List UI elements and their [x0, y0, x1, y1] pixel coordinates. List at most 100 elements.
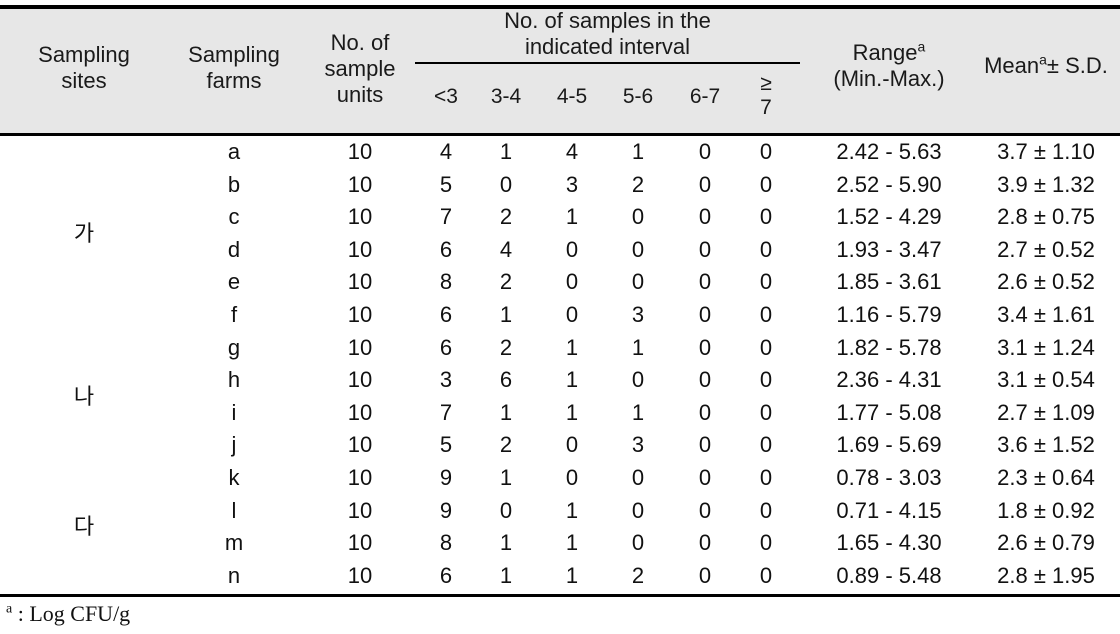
- cell-interval-3: 1: [565, 497, 579, 523]
- cell-range: 2.36 - 4.31: [836, 367, 942, 393]
- cell-interval-2: 4: [499, 236, 513, 262]
- cell-range: 1.85 - 3.61: [836, 269, 942, 295]
- footnote-text: : Log CFU/g: [12, 601, 131, 626]
- cell-interval-4: 0: [631, 530, 645, 556]
- sampling-farms-line1: Sampling: [188, 42, 280, 67]
- cell-range: 0.89 - 5.48: [836, 562, 942, 588]
- cell-sample-units: 10: [347, 367, 373, 393]
- table-row: f 10 6 1 0 3 0 0 1.16 - 5.79 3.4 ± 1.61: [0, 299, 1120, 332]
- column-header-interval-lt3: <3: [434, 85, 458, 108]
- table-row: l 10 9 0 1 0 0 0 0.71 - 4.15 1.8 ± 0.92: [0, 495, 1120, 528]
- cell-mean: 3.1 ± 0.54: [997, 367, 1095, 393]
- cell-interval-2: 1: [499, 399, 513, 425]
- cell-interval-3: 1: [565, 204, 579, 230]
- sampling-sites-line1: Sampling: [38, 42, 130, 67]
- cell-interval-5: 0: [698, 367, 712, 393]
- cell-mean: 3.9 ± 1.32: [997, 171, 1095, 197]
- cell-interval-4: 3: [631, 301, 645, 327]
- cell-interval-1: 5: [439, 432, 453, 458]
- cell-interval-5: 0: [698, 236, 712, 262]
- cell-interval-1: 9: [439, 497, 453, 523]
- cell-range: 1.69 - 5.69: [836, 432, 942, 458]
- interval-group-line2: indicated interval: [524, 34, 691, 59]
- cell-interval-1: 8: [439, 269, 453, 295]
- cell-interval-3: 1: [565, 334, 579, 360]
- cell-range: 1.52 - 4.29: [836, 204, 942, 230]
- cell-interval-6: 0: [759, 530, 773, 556]
- cell-sampling-farm: g: [227, 334, 241, 360]
- cell-sampling-farm: a: [227, 139, 241, 164]
- cell-interval-2: 2: [499, 334, 513, 360]
- cell-sample-units: 10: [347, 432, 373, 458]
- column-header-sampling-farms: Sampling farms: [160, 42, 308, 94]
- cell-interval-5: 0: [698, 562, 712, 588]
- mean-sd-label: ± S.D.: [1046, 53, 1108, 78]
- cell-interval-3: 1: [565, 562, 579, 588]
- cell-interval-3: 4: [565, 139, 579, 164]
- cell-interval-6: 0: [759, 432, 773, 458]
- cell-sample-units: 10: [347, 269, 373, 295]
- cell-interval-5: 0: [698, 334, 712, 360]
- cell-interval-3: 0: [565, 269, 579, 295]
- sampling-farms-line2: farms: [206, 68, 262, 93]
- cell-interval-6: 0: [759, 399, 773, 425]
- cell-sample-units: 10: [347, 530, 373, 556]
- cell-interval-2: 1: [499, 464, 513, 490]
- cell-range: 2.42 - 5.63: [836, 139, 942, 164]
- table-row: k 10 9 1 0 0 0 0 0.78 - 3.03 2.3 ± 0.64: [0, 462, 1120, 495]
- range-superscript: a: [917, 38, 926, 55]
- cell-interval-3: 1: [565, 399, 579, 425]
- cell-interval-3: 0: [565, 236, 579, 262]
- cell-sample-units: 10: [347, 301, 373, 327]
- cell-interval-2: 0: [499, 497, 513, 523]
- cell-range: 0.71 - 4.15: [836, 497, 942, 523]
- cell-sampling-farm: d: [227, 236, 241, 262]
- cell-interval-3: 1: [565, 367, 579, 393]
- cell-sampling-farm: l: [231, 497, 237, 523]
- column-header-interval-4-5: 4-5: [556, 85, 588, 108]
- sampling-sites-line2: sites: [61, 68, 107, 93]
- interval-group-line1: No. of samples in the: [504, 8, 711, 33]
- cell-sample-units: 10: [347, 464, 373, 490]
- cell-interval-4: 2: [631, 562, 645, 588]
- cell-interval-1: 3: [439, 367, 453, 393]
- cell-interval-4: 1: [631, 334, 645, 360]
- cell-interval-1: 8: [439, 530, 453, 556]
- cell-sampling-farm: c: [228, 204, 240, 230]
- cell-interval-2: 2: [499, 204, 513, 230]
- cell-interval-1: 9: [439, 464, 453, 490]
- cell-interval-5: 0: [698, 139, 712, 164]
- cell-interval-3: 1: [565, 530, 579, 556]
- cell-sampling-farm: f: [230, 301, 238, 327]
- cell-interval-1: 6: [439, 301, 453, 327]
- cell-interval-1: 4: [439, 139, 453, 164]
- cell-interval-4: 0: [631, 497, 645, 523]
- cell-sampling-farm: i: [231, 399, 237, 425]
- cell-interval-4: 3: [631, 432, 645, 458]
- range-label: Range: [852, 40, 918, 65]
- cell-interval-5: 0: [698, 497, 712, 523]
- column-header-sampling-sites: Sampling sites: [6, 42, 162, 94]
- cell-range: 1.16 - 5.79: [836, 301, 942, 327]
- column-header-interval-group: No. of samples in the indicated interval: [415, 8, 800, 60]
- range-line1: Rangea: [800, 40, 978, 66]
- cell-interval-6: 0: [759, 562, 773, 588]
- table-row: n 10 6 1 1 2 0 0 0.89 - 5.48 2.8 ± 1.95: [0, 560, 1120, 593]
- cell-interval-5: 0: [698, 399, 712, 425]
- cell-mean: 2.8 ± 0.75: [997, 204, 1095, 230]
- cell-mean: 2.6 ± 0.52: [997, 269, 1095, 295]
- cell-interval-2: 2: [499, 432, 513, 458]
- table-row: a 10 4 1 4 1 0 0 2.42 - 5.63 3.7 ± 1.10: [0, 136, 1120, 169]
- cell-interval-4: 0: [631, 464, 645, 490]
- cell-interval-2: 1: [499, 562, 513, 588]
- cell-sampling-farm: h: [227, 367, 241, 393]
- cell-interval-1: 5: [439, 171, 453, 197]
- cell-interval-2: 0: [499, 171, 513, 197]
- range-line2: (Min.-Max.): [833, 66, 945, 91]
- cell-interval-2: 1: [499, 530, 513, 556]
- cell-mean: 3.6 ± 1.52: [997, 432, 1095, 458]
- cell-interval-5: 0: [698, 432, 712, 458]
- cell-interval-6: 0: [759, 139, 773, 164]
- sample-units-line3: units: [336, 82, 384, 107]
- column-header-sample-units: No. of sample units: [305, 30, 415, 108]
